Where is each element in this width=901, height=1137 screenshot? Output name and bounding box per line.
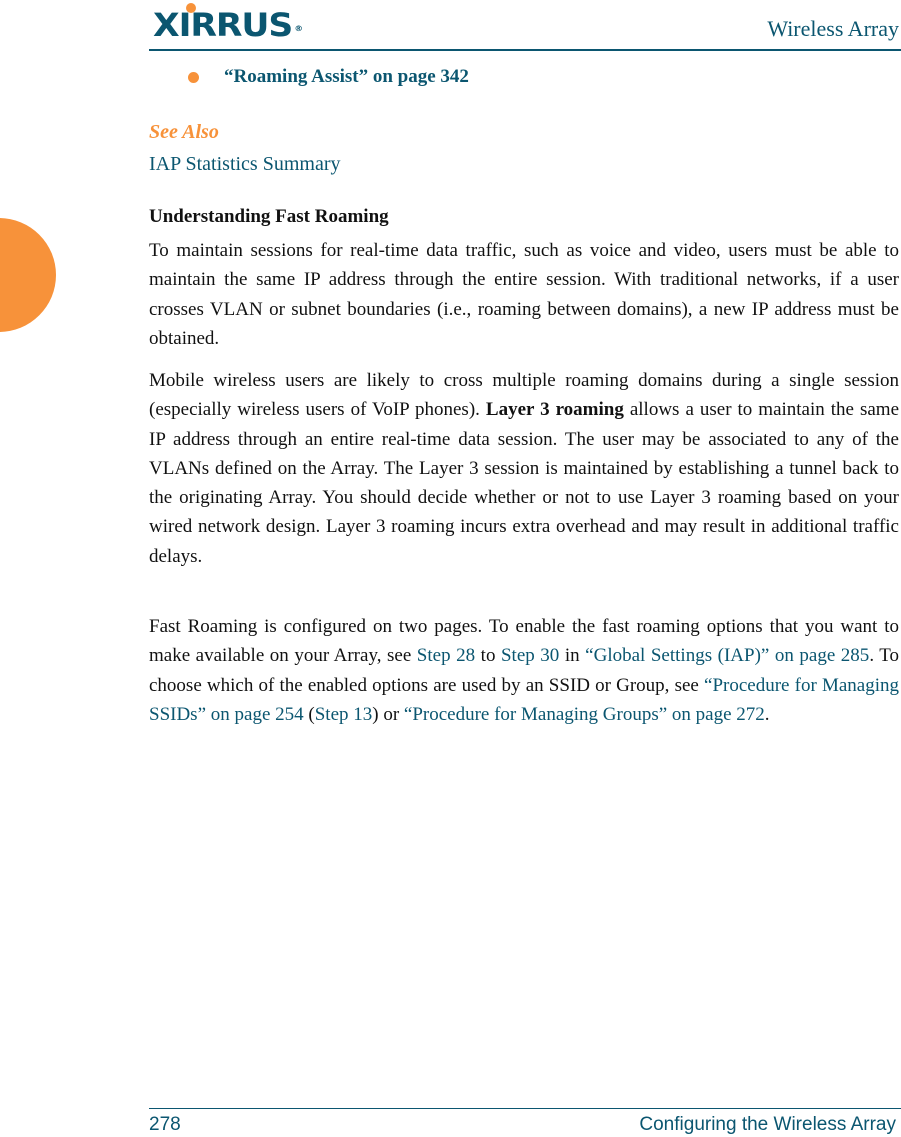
xirrus-logo: XIRRUS ® [153,3,303,43]
paragraph-1-text: To maintain sessions for real-time data … [149,240,899,349]
step-13-link[interactable]: Step 13 [315,704,373,725]
registered-mark: ® [294,24,304,33]
step-28-link[interactable]: Step 28 [417,645,475,666]
iap-statistics-summary-link[interactable]: IAP Statistics Summary [149,153,340,176]
step-30-link[interactable]: Step 30 [501,645,559,666]
p3-text-3: in [559,645,586,667]
p2-text-b: allows a user to maintain the same IP ad… [149,399,899,567]
logo-text: XIRRUS ® [153,6,304,44]
see-also-heading: See Also [149,121,219,143]
logo-wordmark: XIRRUS [153,6,293,44]
chapter-tab-marker [0,218,56,332]
layer3-roaming-term: Layer 3 roaming [485,399,624,421]
p3-text-5: ( [303,703,315,725]
paragraph-3: Fast Roaming is configured on two pages.… [149,612,899,729]
header-title: Wireless Array [767,16,899,41]
header-divider [149,49,901,51]
roaming-assist-link[interactable]: “Roaming Assist” on page 342 [224,66,469,88]
paragraph-1: To maintain sessions for real-time data … [149,236,899,353]
p3-text-2: to [475,645,501,667]
related-link-item: “Roaming Assist” on page 342 [188,66,469,88]
paragraph-2-text: Mobile wireless users are likely to cros… [149,366,899,571]
p3-text-6: ) or [372,703,404,725]
p3-text-7: . [764,703,770,725]
footer-divider [149,1108,901,1109]
paragraph-2: Mobile wireless users are likely to cros… [149,366,899,571]
paragraph-3-text: Fast Roaming is configured on two pages.… [149,612,899,729]
section-heading: Understanding Fast Roaming [149,206,389,227]
managing-groups-link[interactable]: “Procedure for Managing Groups” on page … [404,704,765,725]
page-number: 278 [149,1114,181,1135]
bullet-icon [188,71,199,83]
footer-chapter-title: Configuring the Wireless Array [639,1114,896,1135]
global-settings-iap-link[interactable]: “Global Settings (IAP)” on page 285 [585,645,869,666]
